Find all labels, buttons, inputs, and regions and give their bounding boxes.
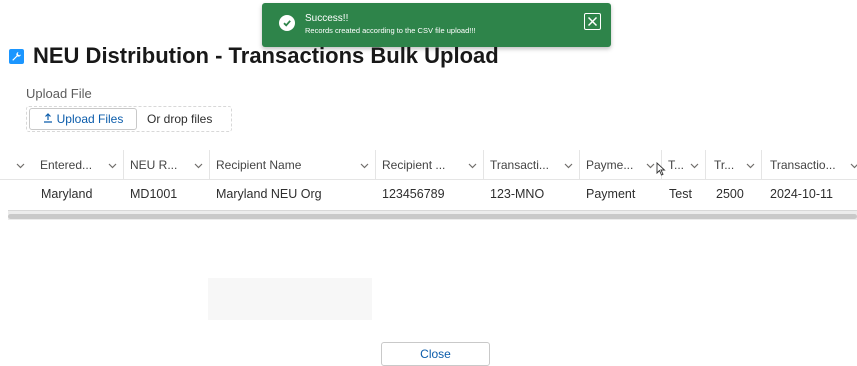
column-header[interactable]: Payme... bbox=[580, 150, 662, 180]
chevron-down-icon[interactable] bbox=[194, 159, 203, 173]
column-header[interactable]: Transacti... bbox=[484, 150, 580, 180]
column-header[interactable]: T... bbox=[662, 150, 706, 180]
column-label: Transacti... bbox=[490, 158, 549, 172]
close-button-label: Close bbox=[420, 347, 451, 361]
success-toast: Success!! Records created according to t… bbox=[262, 3, 611, 47]
chevron-down-icon[interactable] bbox=[360, 159, 369, 173]
upload-label: Upload File bbox=[26, 86, 92, 101]
table-header: Entered... NEU R... Recipient Name Recip… bbox=[0, 150, 857, 180]
table-cell: 123-MNO bbox=[490, 187, 545, 201]
column-label: Recipient ... bbox=[382, 158, 446, 172]
column-header[interactable]: Recipient ... bbox=[376, 150, 484, 180]
file-drop-zone[interactable]: Upload Files Or drop files bbox=[26, 106, 232, 132]
table-cell: 2500 bbox=[716, 187, 744, 201]
scrollbar-thumb[interactable] bbox=[8, 214, 857, 219]
modal-page: Success!! Records created according to t… bbox=[0, 0, 857, 366]
drop-files-text: Or drop files bbox=[147, 112, 213, 126]
wrench-icon bbox=[9, 49, 24, 64]
column-label: Entered... bbox=[40, 158, 93, 172]
column-header[interactable]: Entered... bbox=[34, 150, 124, 180]
column-header[interactable]: Recipient Name bbox=[210, 150, 376, 180]
upload-icon bbox=[43, 112, 53, 126]
toast-message: Records created according to the CSV fil… bbox=[305, 26, 476, 35]
chevron-down-icon[interactable] bbox=[850, 159, 857, 173]
table-cell: 2024-10-11 bbox=[770, 187, 834, 201]
column-label: Payme... bbox=[586, 158, 634, 172]
chevron-down-icon[interactable] bbox=[746, 159, 755, 173]
column-label: Transactio... bbox=[770, 158, 836, 172]
close-button[interactable]: Close bbox=[381, 342, 490, 366]
chevron-down-icon[interactable] bbox=[646, 159, 655, 173]
page-title: NEU Distribution - Transactions Bulk Upl… bbox=[33, 43, 499, 68]
transactions-table: Entered... NEU R... Recipient Name Recip… bbox=[0, 150, 857, 208]
close-icon[interactable] bbox=[584, 13, 601, 30]
background-fragment bbox=[208, 278, 372, 320]
chevron-down-icon bbox=[16, 159, 25, 173]
table-cell: Payment bbox=[586, 187, 636, 201]
column-header[interactable]: Transactio... bbox=[762, 150, 857, 180]
chevron-down-icon[interactable] bbox=[468, 159, 477, 173]
row-actions-header[interactable] bbox=[8, 150, 34, 180]
column-label: Recipient Name bbox=[216, 158, 302, 172]
chevron-down-icon[interactable] bbox=[690, 159, 699, 173]
table-row[interactable]: Maryland MD1001 Maryland NEU Org 1234567… bbox=[0, 180, 857, 208]
column-label: T... bbox=[668, 158, 685, 172]
table-cell: Test bbox=[669, 187, 692, 201]
table-cell: Maryland bbox=[41, 187, 93, 201]
toast-title: Success!! bbox=[305, 13, 349, 24]
upload-files-button[interactable]: Upload Files bbox=[29, 108, 137, 130]
check-icon bbox=[279, 15, 295, 31]
chevron-down-icon[interactable] bbox=[564, 159, 573, 173]
chevron-down-icon[interactable] bbox=[108, 159, 117, 173]
column-label: Tr... bbox=[714, 158, 735, 172]
column-header[interactable]: Tr... bbox=[706, 150, 762, 180]
horizontal-scrollbar[interactable] bbox=[8, 210, 857, 220]
table-cell: MD1001 bbox=[130, 187, 178, 201]
column-label: NEU R... bbox=[130, 158, 178, 172]
upload-files-label: Upload Files bbox=[56, 112, 124, 126]
mouse-pointer-icon bbox=[656, 161, 666, 181]
table-cell: Maryland NEU Org bbox=[216, 187, 322, 201]
table-cell: 123456789 bbox=[382, 187, 445, 201]
column-header[interactable]: NEU R... bbox=[124, 150, 210, 180]
